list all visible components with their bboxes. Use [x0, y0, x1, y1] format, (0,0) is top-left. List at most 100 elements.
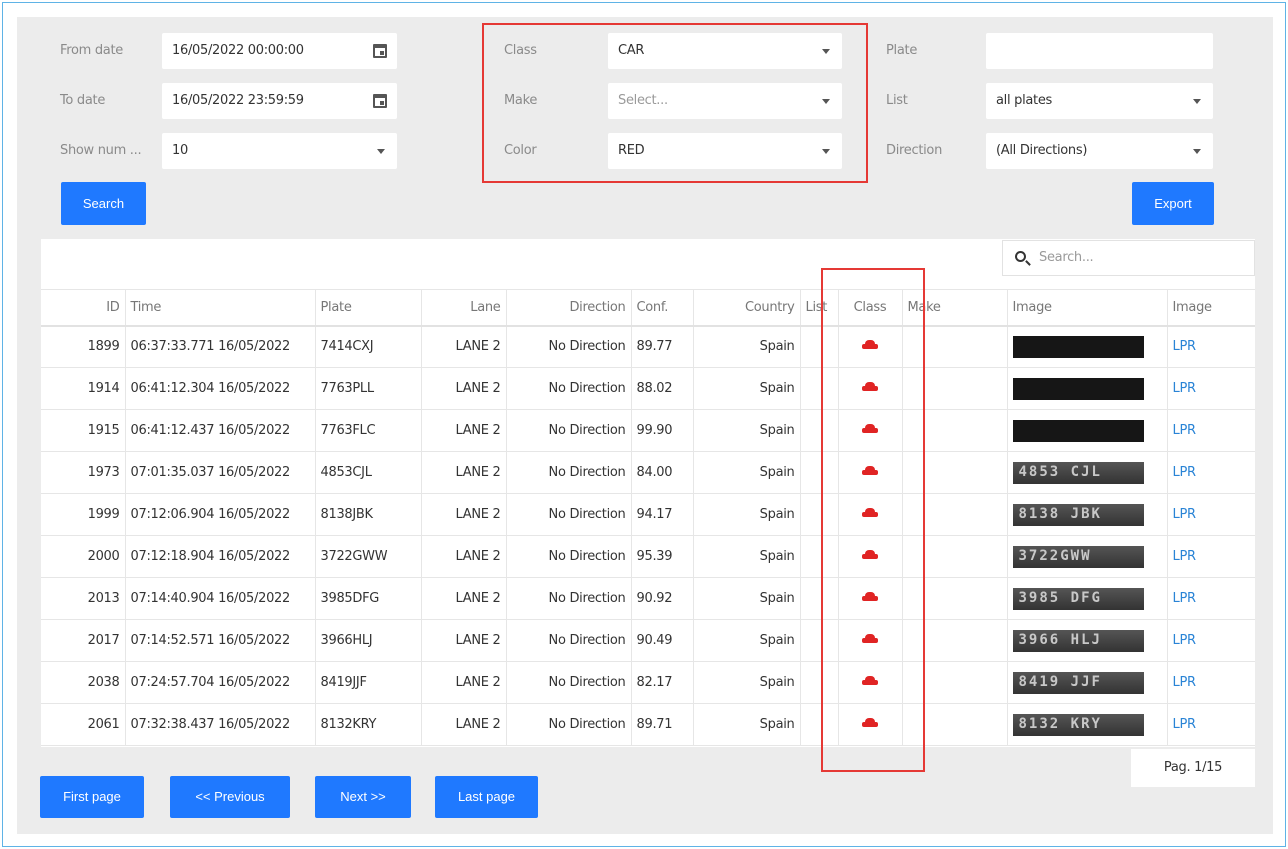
lpr-link[interactable]: LPR	[1173, 717, 1197, 732]
cell-image	[1007, 409, 1168, 452]
col-header-id[interactable]: ID	[41, 289, 126, 327]
plate-image-text: 4853 CJL	[1018, 463, 1102, 480]
col-header-lane[interactable]: Lane	[421, 289, 507, 327]
plate-image[interactable]: 8132 KRY	[1012, 713, 1144, 736]
plate-image[interactable]	[1012, 419, 1144, 442]
lpr-link[interactable]: LPR	[1173, 423, 1197, 438]
from-date-input[interactable]: 16/05/2022 00:00:00	[162, 33, 397, 69]
table-row[interactable]: 1899 06:37:33.771 16/05/2022 7414CXJ LANE 2…	[41, 325, 1255, 368]
lpr-link[interactable]: LPR	[1173, 549, 1197, 564]
plate-image-text: 8419 JJF	[1018, 673, 1102, 690]
show-num-value: 10	[172, 143, 188, 158]
col-header-image-link[interactable]: Image	[1167, 289, 1255, 327]
list-value: all plates	[996, 93, 1053, 108]
lpr-link[interactable]: LPR	[1173, 507, 1197, 522]
cell-time: 07:14:40.904 16/05/2022	[125, 577, 316, 620]
chevron-down-icon	[377, 149, 385, 154]
cell-conf: 94.17	[631, 493, 694, 536]
cell-image-link: LPR	[1167, 577, 1255, 620]
next-page-button[interactable]: Next >>	[315, 776, 411, 818]
previous-page-button[interactable]: << Previous	[170, 776, 290, 818]
table-row[interactable]: 2061 07:32:38.437 16/05/2022 8132KRY LANE 2…	[41, 703, 1255, 746]
cell-image-link: LPR	[1167, 619, 1255, 662]
plate-image-text: 3985 DFG	[1018, 589, 1102, 606]
search-button[interactable]: Search	[61, 182, 146, 225]
cell-conf: 89.77	[631, 325, 694, 368]
table-row[interactable]: 2000 07:12:18.904 16/05/2022 3722GWW LANE 2…	[41, 535, 1255, 578]
plate-input[interactable]	[986, 33, 1213, 69]
cell-direction: No Direction	[506, 367, 632, 410]
plate-image[interactable]: 3722GWW	[1012, 545, 1144, 568]
cell-conf: 88.02	[631, 367, 694, 410]
calendar-icon[interactable]	[373, 44, 387, 58]
cell-image-link: LPR	[1167, 493, 1255, 536]
cell-image-link: LPR	[1167, 703, 1255, 746]
plate-image[interactable]: 8419 JJF	[1012, 671, 1144, 694]
col-header-time[interactable]: Time	[125, 289, 316, 327]
first-page-button[interactable]: First page	[40, 776, 144, 818]
plate-image[interactable]	[1012, 377, 1144, 400]
cell-time: 07:32:38.437 16/05/2022	[125, 703, 316, 746]
lpr-link[interactable]: LPR	[1173, 465, 1197, 480]
plate-image[interactable]: 3966 HLJ	[1012, 629, 1144, 652]
lpr-link[interactable]: LPR	[1173, 675, 1197, 690]
plate-image[interactable]: 3985 DFG	[1012, 587, 1144, 610]
direction-select[interactable]: (All Directions)	[986, 133, 1213, 169]
plate-image[interactable]: 4853 CJL	[1012, 461, 1144, 484]
cell-plate: 4853CJL	[315, 451, 422, 494]
lpr-link[interactable]: LPR	[1173, 633, 1197, 648]
cell-time: 07:12:18.904 16/05/2022	[125, 535, 316, 578]
cell-image-link: LPR	[1167, 535, 1255, 578]
cell-image: 8419 JJF	[1007, 661, 1168, 704]
cell-lane: LANE 2	[421, 367, 507, 410]
cell-plate: 8419JJF	[315, 661, 422, 704]
cell-id: 1915	[41, 409, 126, 452]
col-header-image[interactable]: Image	[1007, 289, 1168, 327]
plate-image[interactable]: 8138 JBK	[1012, 503, 1144, 526]
plate-image-text: 8132 KRY	[1018, 715, 1102, 732]
lpr-link[interactable]: LPR	[1173, 381, 1197, 396]
cell-id: 2013	[41, 577, 126, 620]
col-header-conf[interactable]: Conf.	[631, 289, 694, 327]
col-header-plate[interactable]: Plate	[315, 289, 422, 327]
cell-id: 2038	[41, 661, 126, 704]
cell-country: Spain	[693, 535, 801, 578]
table-row[interactable]: 1915 06:41:12.437 16/05/2022 7763FLC LANE 2…	[41, 409, 1255, 452]
cell-plate: 3985DFG	[315, 577, 422, 620]
cell-direction: No Direction	[506, 661, 632, 704]
cell-image-link: LPR	[1167, 451, 1255, 494]
cell-image: 3985 DFG	[1007, 577, 1168, 620]
direction-label: Direction	[886, 143, 943, 158]
from-date-value: 16/05/2022 00:00:00	[172, 43, 304, 58]
cell-country: Spain	[693, 367, 801, 410]
table-row[interactable]: 1999 07:12:06.904 16/05/2022 8138JBK LANE 2…	[41, 493, 1255, 536]
table-row[interactable]: 2013 07:14:40.904 16/05/2022 3985DFG LANE 2…	[41, 577, 1255, 620]
cell-country: Spain	[693, 703, 801, 746]
table-search-input[interactable]: Search...	[1002, 240, 1255, 276]
table-row[interactable]: 1973 07:01:35.037 16/05/2022 4853CJL LANE 2…	[41, 451, 1255, 494]
plate-image[interactable]	[1012, 335, 1144, 358]
cell-conf: 95.39	[631, 535, 694, 578]
lpr-link[interactable]: LPR	[1173, 339, 1197, 354]
lpr-link[interactable]: LPR	[1173, 591, 1197, 606]
page-indicator: Pag. 1/15	[1131, 749, 1255, 787]
list-select[interactable]: all plates	[986, 83, 1213, 119]
to-date-input[interactable]: 16/05/2022 23:59:59	[162, 83, 397, 119]
show-num-select[interactable]: 10	[162, 133, 397, 169]
cell-id: 2061	[41, 703, 126, 746]
cell-id: 1999	[41, 493, 126, 536]
last-page-button[interactable]: Last page	[435, 776, 538, 818]
table-row[interactable]: 2038 07:24:57.704 16/05/2022 8419JJF LANE 2…	[41, 661, 1255, 704]
col-header-country[interactable]: Country	[693, 289, 801, 327]
table-row[interactable]: 2017 07:14:52.571 16/05/2022 3966HLJ LANE 2…	[41, 619, 1255, 662]
export-button[interactable]: Export	[1132, 182, 1214, 225]
cell-direction: No Direction	[506, 409, 632, 452]
cell-image-link: LPR	[1167, 325, 1255, 368]
plate-image-text: 3722GWW	[1018, 547, 1092, 564]
table-row[interactable]: 1914 06:41:12.304 16/05/2022 7763PLL LANE 2…	[41, 367, 1255, 410]
cell-plate: 3966HLJ	[315, 619, 422, 662]
calendar-icon[interactable]	[373, 94, 387, 108]
col-header-direction[interactable]: Direction	[506, 289, 632, 327]
highlight-box-filters	[482, 23, 868, 183]
cell-plate: 7414CXJ	[315, 325, 422, 368]
